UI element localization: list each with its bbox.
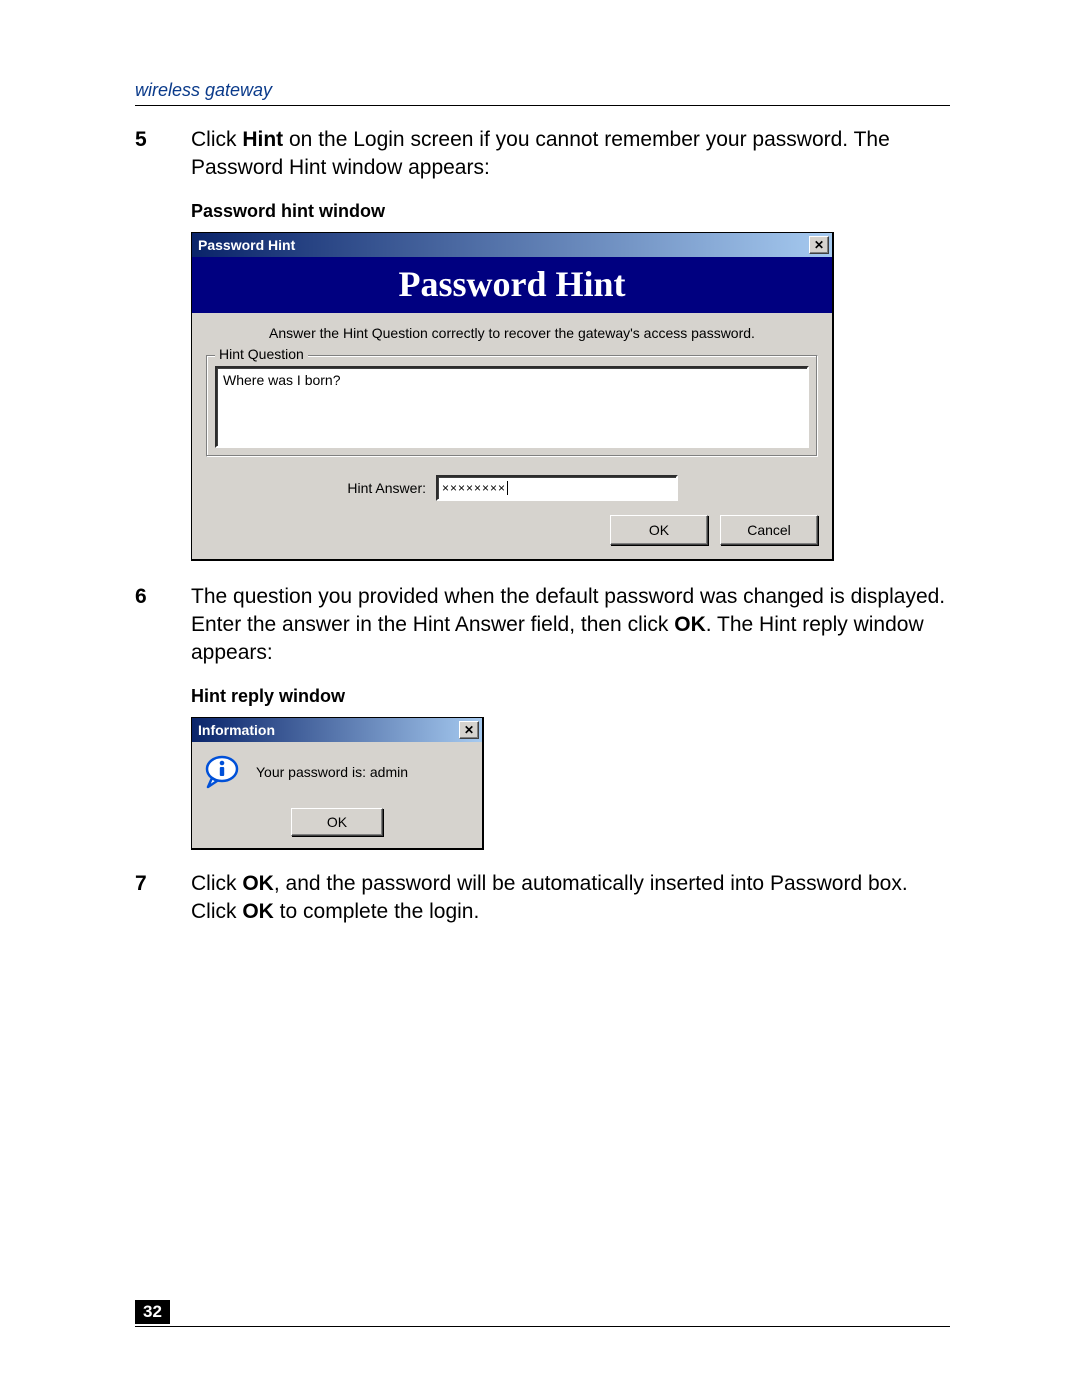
- ok-button[interactable]: OK: [291, 808, 383, 836]
- banner-title: Password Hint: [192, 257, 832, 313]
- close-icon[interactable]: ✕: [809, 236, 829, 254]
- running-header: wireless gateway: [135, 80, 950, 101]
- window-title: Information: [198, 722, 275, 738]
- page-footer: 32: [135, 1300, 950, 1327]
- information-window: Information ✕ Your password is: admin OK: [191, 717, 484, 850]
- step-text: Click OK, and the password will be autom…: [191, 870, 950, 927]
- step-number: 7: [135, 870, 171, 927]
- footer-rule: [135, 1326, 950, 1327]
- step-7: 7 Click OK, and the password will be aut…: [135, 870, 950, 927]
- step-number: 6: [135, 583, 171, 668]
- titlebar: Password Hint ✕: [192, 233, 832, 257]
- step-6: 6 The question you provided when the def…: [135, 583, 950, 668]
- caption-reply-window: Hint reply window: [191, 686, 950, 707]
- ok-button[interactable]: OK: [610, 515, 708, 545]
- close-icon[interactable]: ✕: [459, 721, 479, 739]
- caption-hint-window: Password hint window: [191, 201, 950, 222]
- group-legend: Hint Question: [215, 346, 308, 362]
- hint-question-text: Where was I born?: [215, 366, 809, 448]
- titlebar: Information ✕: [192, 718, 482, 742]
- cancel-button[interactable]: Cancel: [720, 515, 818, 545]
- hint-answer-input[interactable]: ××××××××: [436, 475, 678, 501]
- instruction-text: Answer the Hint Question correctly to re…: [206, 325, 818, 341]
- step-5: 5 Click Hint on the Login screen if you …: [135, 126, 950, 183]
- info-message: Your password is: admin: [256, 764, 408, 780]
- hint-answer-label: Hint Answer:: [206, 480, 426, 496]
- password-hint-window: Password Hint ✕ Password Hint Answer the…: [191, 232, 834, 561]
- window-title: Password Hint: [198, 237, 295, 253]
- step-text: The question you provided when the defau…: [191, 583, 950, 668]
- page-number: 32: [135, 1300, 170, 1324]
- hint-question-group: Hint Question Where was I born?: [206, 355, 818, 457]
- info-icon: [202, 752, 242, 792]
- step-text: Click Hint on the Login screen if you ca…: [191, 126, 950, 183]
- header-rule: [135, 105, 950, 106]
- step-number: 5: [135, 126, 171, 183]
